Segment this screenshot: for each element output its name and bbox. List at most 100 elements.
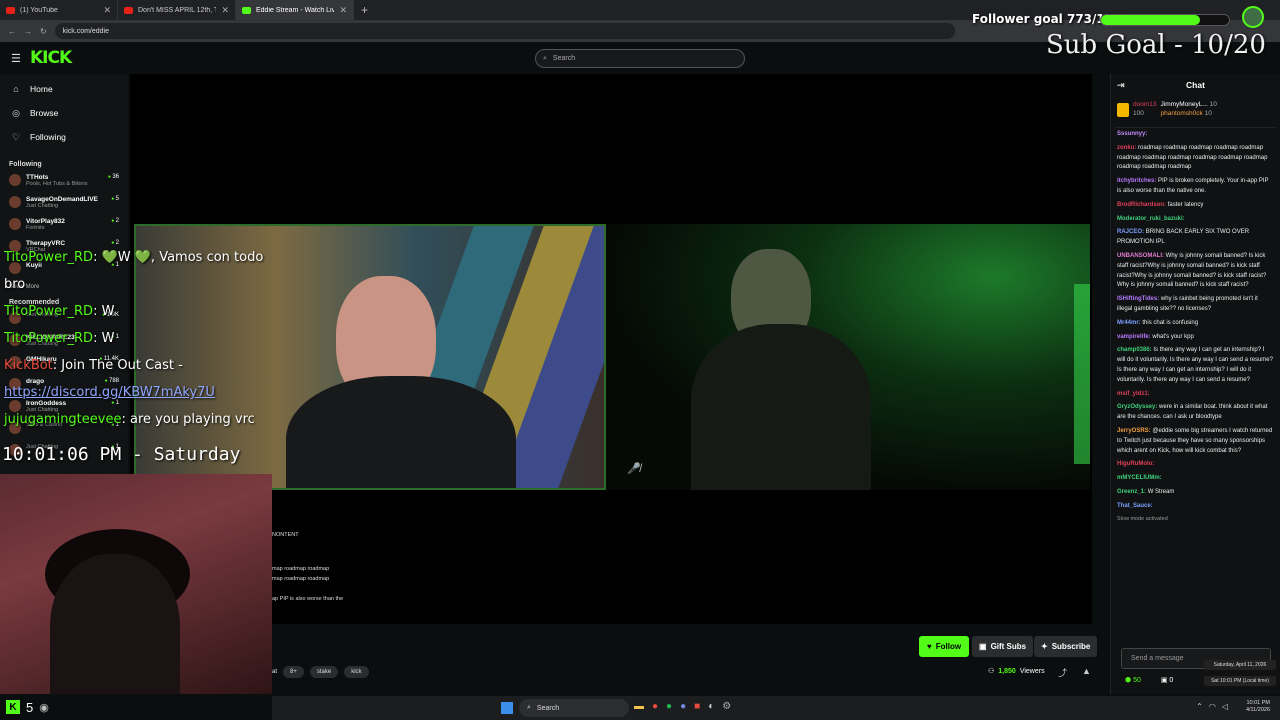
- report-icon[interactable]: ▲: [1082, 666, 1091, 676]
- taskbar: ⌕ Search ▬ ● ● ● ■ ◐ ⚙ ⌃ ◠ ◁ 10:01 PM 4/1…: [272, 696, 1280, 720]
- viewer-count: 2: [111, 218, 119, 224]
- gift-subs-button[interactable]: ▣ Gift Subs: [972, 636, 1034, 657]
- avatar: [9, 218, 21, 230]
- tag[interactable]: kick: [344, 666, 369, 678]
- subscribe-button[interactable]: ✦ Subscribe: [1034, 636, 1098, 657]
- channel-category: Fortnite: [26, 225, 45, 231]
- tab-youtube-2[interactable]: Don't MISS APRIL 12th, The 7...✕: [118, 0, 236, 20]
- chat-username[interactable]: GryzOdyssey:: [1117, 404, 1157, 410]
- chat-username[interactable]: itchybritches:: [1117, 178, 1156, 184]
- chat-message: BrodRichardson: faster latency: [1117, 201, 1274, 211]
- chat-username[interactable]: BrodRichardson:: [1117, 202, 1166, 208]
- chat-username[interactable]: HiguRuMolo:: [1117, 461, 1154, 467]
- back-icon[interactable]: ←: [8, 27, 16, 36]
- wifi-icon[interactable]: ◠: [1209, 702, 1216, 711]
- sidebar-item-following[interactable]: ♡ Following: [0, 125, 128, 149]
- chat-username[interactable]: That_Sauce:: [1117, 503, 1153, 509]
- kick-badge-icon: K: [6, 700, 20, 714]
- share-icon[interactable]: ⤴: [1058, 666, 1067, 679]
- chat-username[interactable]: Greenz_1:: [1117, 489, 1146, 495]
- overlay-chat: TitoPower_RD: 💚W 💚, Vamos con todo bro T…: [4, 244, 304, 433]
- chat-footer: ⬢ 50 ▣ 0: [1125, 676, 1173, 684]
- chat-username[interactable]: Mr44mr:: [1117, 320, 1141, 326]
- chat-message: JerryOSRS: @eddie some big streamers I w…: [1117, 427, 1274, 456]
- menu-icon[interactable]: ☰: [11, 52, 21, 65]
- viewer-count: 36: [108, 174, 119, 180]
- kick-logo[interactable]: KICK: [30, 48, 72, 68]
- chat-message: mMYCELIUMm:: [1117, 474, 1274, 484]
- points-counter[interactable]: ⬢ 50: [1125, 676, 1141, 684]
- app-icon[interactable]: ■: [694, 701, 700, 712]
- chrome-icon[interactable]: ●: [652, 701, 658, 712]
- spotify-icon[interactable]: ●: [666, 701, 672, 712]
- collapse-icon[interactable]: ⇥: [1117, 80, 1125, 91]
- taskbar-clock[interactable]: 10:01 PM 4/11/2026: [1246, 700, 1270, 714]
- chat-username[interactable]: mMYCELIUMm:: [1117, 475, 1162, 481]
- tab-kick[interactable]: Eddie Stream - Watch Live ✕: [236, 0, 354, 20]
- chat-message: vampirelife: what's your kpp: [1117, 333, 1274, 343]
- volume-icon[interactable]: ◁: [1222, 702, 1228, 711]
- chat-message: itchybritches: PIP is broken completely.…: [1117, 177, 1274, 197]
- sidebar-item-home[interactable]: ⌂ Home: [0, 77, 128, 101]
- compass-icon: ◎: [12, 107, 20, 118]
- kick-icon: [242, 6, 251, 14]
- chat-username[interactable]: Moderator_ruki_bazuki:: [1117, 216, 1185, 222]
- viewer-count: 5: [111, 196, 119, 202]
- settings-icon[interactable]: ⚙: [722, 701, 731, 712]
- discord-icon[interactable]: ●: [680, 701, 686, 712]
- chat-username[interactable]: msif_yldz1:: [1117, 391, 1150, 397]
- tab-youtube[interactable]: (1) YouTube ✕: [0, 0, 118, 20]
- close-icon[interactable]: ✕: [339, 5, 347, 16]
- close-icon[interactable]: ✕: [221, 5, 229, 16]
- home-icon: ⌂: [13, 84, 19, 94]
- video-feed-right: [606, 224, 1090, 490]
- chat-username[interactable]: vampirelife:: [1117, 334, 1151, 340]
- ghost-text: ap PIP is also worse than the: [272, 596, 344, 602]
- chat-username[interactable]: UNBANSOMALI:: [1117, 253, 1164, 259]
- tag-row: at 8+ stake kick: [272, 666, 369, 678]
- star-icon: ✦: [1041, 642, 1048, 651]
- sidebar-item-browse[interactable]: ◎ Browse: [0, 101, 128, 125]
- overlay-chat-line: TitoPower_RD: W: [4, 331, 115, 346]
- bag-counter[interactable]: ▣ 0: [1161, 676, 1173, 684]
- chat-username[interactable]: zonku:: [1117, 145, 1136, 151]
- new-tab-button[interactable]: +: [354, 3, 375, 17]
- chat-message: zonku: roadmap roadmap roadmap roadmap r…: [1117, 144, 1274, 173]
- overlay-chat-line: TitoPower_RD: 💚W 💚, Vamos con todo: [4, 250, 264, 265]
- search-icon: ⌕: [527, 704, 531, 711]
- chevron-up-icon[interactable]: ⌃: [1196, 702, 1203, 711]
- sidebar-channel[interactable]: VitorPlay832Fortnite 2: [0, 215, 128, 237]
- discord-link[interactable]: https://discord.gg/KBW7mAky7U: [4, 379, 304, 406]
- windows-start-icon[interactable]: [501, 702, 513, 714]
- file-explorer-icon[interactable]: ▬: [634, 701, 644, 712]
- date-tooltip: Saturday, April 11, 2026: [1204, 660, 1276, 670]
- search-input[interactable]: ⌕ Search: [535, 49, 745, 68]
- youtube-icon: [6, 6, 15, 14]
- obs-icon[interactable]: ◐: [708, 701, 714, 712]
- crown-icon: [1117, 103, 1129, 117]
- chat-username[interactable]: RAJCEO:: [1117, 229, 1144, 235]
- url-field[interactable]: kick.com/eddie: [54, 23, 955, 39]
- ghost-text: NONTENT: [272, 532, 299, 538]
- chat-username[interactable]: JerryOSRS:: [1117, 428, 1151, 434]
- chat-message: That_Sauce:: [1117, 502, 1274, 512]
- chat-username[interactable]: champ0386:: [1117, 347, 1152, 353]
- chat-message: Greenz_1: W Stream: [1117, 488, 1274, 498]
- chat-message: Mr44mr: this chat is confusing: [1117, 319, 1274, 329]
- chat-panel: ⇥ Chat doom13 100 JimmyMoneyL... 10 phan…: [1110, 74, 1280, 694]
- chat-text: W Stream: [1147, 488, 1175, 495]
- channel-name: SavageOnDemandLIVE: [26, 196, 98, 203]
- slow-mode-notice: Slow mode activated: [1117, 515, 1168, 522]
- chat-username[interactable]: ISHiftingTides:: [1117, 296, 1159, 302]
- forward-icon[interactable]: →: [24, 27, 32, 36]
- chat-username[interactable]: Sssunnyy:: [1117, 131, 1147, 137]
- taskbar-search[interactable]: ⌕ Search: [519, 699, 629, 717]
- tag[interactable]: 8+: [283, 666, 304, 678]
- close-icon[interactable]: ✕: [103, 5, 111, 16]
- sub-goal: Sub Goal - 10/20: [1046, 30, 1266, 60]
- sidebar-channel[interactable]: TTHotsPools, Hot Tubs & Bikinis 36: [0, 171, 128, 193]
- sidebar-channel[interactable]: SavageOnDemandLIVEJust Chatting 5: [0, 193, 128, 215]
- tag[interactable]: stake: [309, 666, 339, 678]
- reload-icon[interactable]: ↻: [40, 27, 47, 36]
- follow-button[interactable]: ♥ Follow: [919, 636, 970, 657]
